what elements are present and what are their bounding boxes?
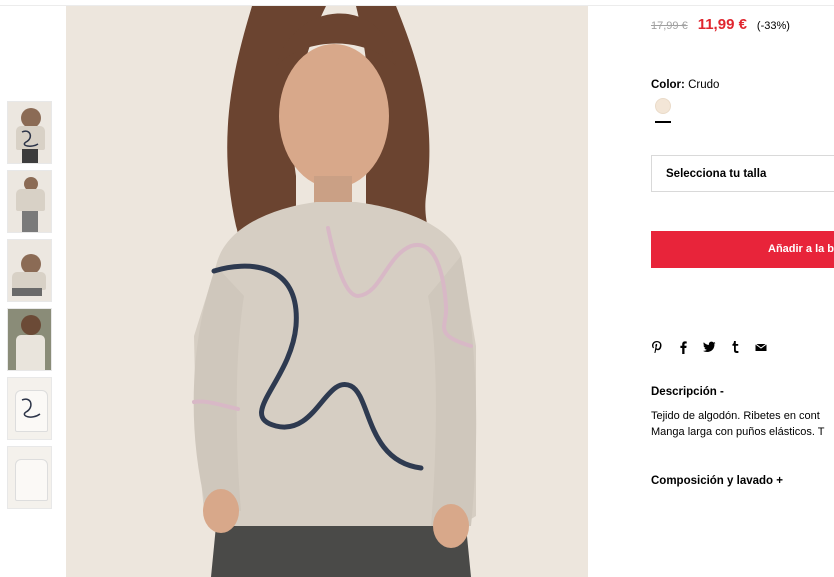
pinterest-icon[interactable] bbox=[651, 340, 663, 354]
thumbnail-3[interactable] bbox=[7, 239, 52, 302]
selected-swatch-indicator bbox=[655, 121, 671, 123]
thumbnail-gallery bbox=[7, 101, 52, 515]
add-to-bag-label: Añadir a la b bbox=[768, 243, 834, 255]
description-heading[interactable]: Descripción - bbox=[651, 386, 724, 398]
share-icons bbox=[651, 340, 767, 354]
size-selector-label: Selecciona tu talla bbox=[666, 168, 767, 180]
facebook-icon[interactable] bbox=[677, 340, 689, 354]
discount-badge: (-33%) bbox=[756, 20, 790, 32]
size-selector[interactable]: Selecciona tu talla bbox=[651, 155, 834, 192]
color-swatch-crudo[interactable] bbox=[655, 98, 671, 114]
sale-price: 11,99 € bbox=[697, 16, 747, 33]
thumbnail-5[interactable] bbox=[7, 377, 52, 440]
tumblr-icon[interactable] bbox=[729, 340, 741, 354]
email-icon[interactable] bbox=[755, 340, 767, 354]
main-product-image[interactable] bbox=[66, 6, 588, 577]
color-label-title: Color: bbox=[651, 79, 685, 91]
description-line-2: Manga larga con puños elásticos. T bbox=[651, 426, 825, 438]
description-line-1: Tejido de algodón. Ribetes en cont bbox=[651, 410, 820, 422]
color-value: Crudo bbox=[688, 79, 720, 91]
description-text: Tejido de algodón. Ribetes en cont Manga… bbox=[651, 408, 834, 440]
thumbnail-6[interactable] bbox=[7, 446, 52, 509]
color-label: Color: Crudo bbox=[651, 79, 719, 91]
thumbnail-2[interactable] bbox=[7, 170, 52, 233]
original-price: 17,99 € bbox=[651, 20, 688, 32]
thumbnail-4[interactable] bbox=[7, 308, 52, 371]
thumbnail-1[interactable] bbox=[7, 101, 52, 164]
twitter-icon[interactable] bbox=[703, 340, 716, 354]
price-row: 17,99 € 11,99 € (-33%) bbox=[651, 16, 790, 33]
add-to-bag-button[interactable]: Añadir a la b bbox=[651, 231, 834, 268]
composition-toggle[interactable]: Composición y lavado + bbox=[651, 475, 783, 487]
